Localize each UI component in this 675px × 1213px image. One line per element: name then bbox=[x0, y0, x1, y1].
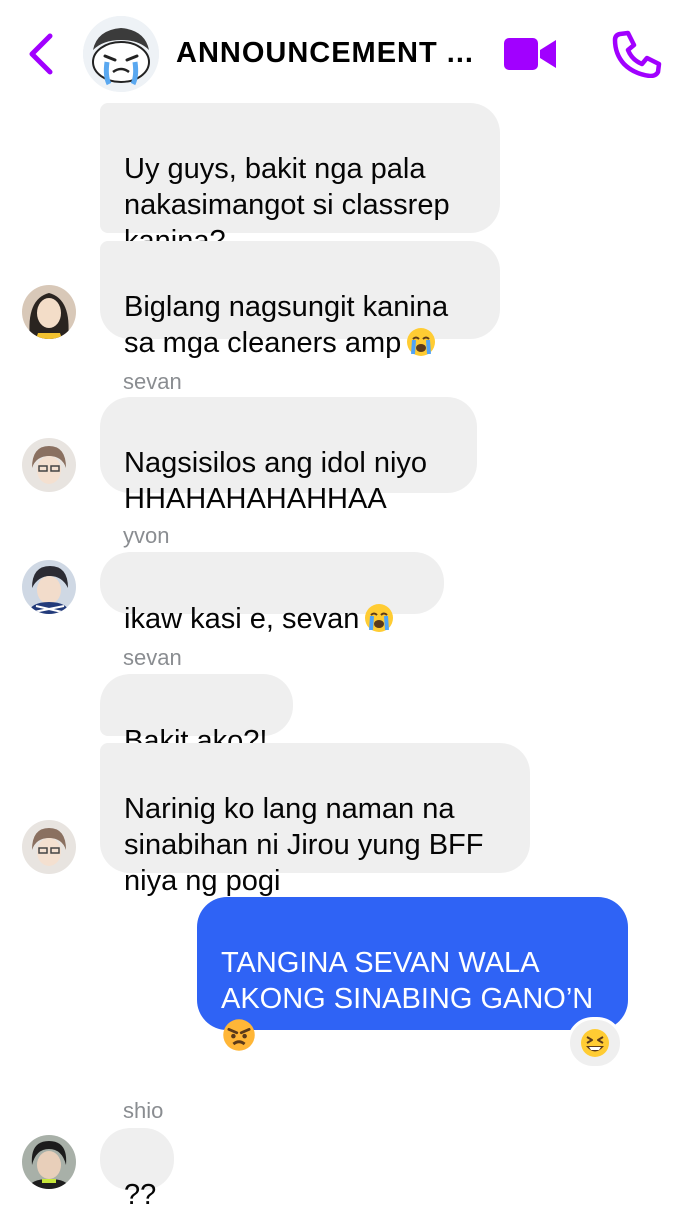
chat-header: ANNOUNCEMENT ... bbox=[0, 0, 675, 104]
message-text: ikaw kasi e, sevan bbox=[124, 603, 360, 635]
sender-name: yvon bbox=[123, 523, 170, 548]
sender-name: shio bbox=[123, 1098, 164, 1123]
profile-photo-icon bbox=[22, 285, 76, 339]
video-camera-icon bbox=[504, 38, 556, 70]
message-bubble[interactable]: Nagsisilos ang idol niyo HHAHAHAHAHHAA bbox=[100, 397, 477, 515]
message-bubble[interactable]: Biglang nagsungit kanina sa mga cleaners… bbox=[100, 241, 500, 359]
avatar[interactable] bbox=[22, 438, 76, 492]
message-bubble[interactable]: Narinig ko lang naman na sinabihan ni Ji… bbox=[100, 743, 530, 897]
sender-name: sevan bbox=[123, 369, 182, 394]
back-button[interactable] bbox=[22, 30, 62, 78]
outgoing-message-bubble[interactable]: TANGINA SEVAN WALA AKONG SINABING GANO’N bbox=[197, 897, 628, 1051]
sender-name: sevan bbox=[123, 645, 182, 670]
message-text: ?? bbox=[124, 1179, 157, 1211]
crying-face-icon bbox=[365, 604, 394, 632]
phone-icon bbox=[612, 30, 662, 79]
message-bubble[interactable]: Uy guys, bakit nga pala nakasimangot si … bbox=[100, 103, 500, 257]
crying-cartoon-icon bbox=[83, 16, 159, 92]
profile-photo-icon bbox=[22, 820, 76, 874]
message-bubble[interactable]: ?? bbox=[100, 1128, 174, 1211]
angry-face-icon bbox=[223, 1019, 255, 1051]
crying-face-icon bbox=[407, 328, 436, 356]
message-bubble[interactable]: Bakit ako?! bbox=[100, 674, 293, 757]
group-avatar[interactable] bbox=[83, 16, 159, 92]
profile-photo-icon bbox=[22, 560, 76, 614]
chat-title[interactable]: ANNOUNCEMENT ... bbox=[176, 37, 474, 70]
message-text: TANGINA SEVAN WALA AKONG SINABING GANO’N bbox=[221, 947, 594, 1015]
video-call-button[interactable] bbox=[502, 34, 558, 74]
message-text: Biglang nagsungit kanina sa mga cleaners… bbox=[124, 291, 449, 359]
message-bubble[interactable]: ikaw kasi e, sevan bbox=[100, 552, 444, 635]
avatar[interactable] bbox=[22, 285, 76, 339]
profile-photo-icon bbox=[22, 438, 76, 492]
grinning-squinting-face-icon bbox=[581, 1029, 609, 1057]
avatar[interactable] bbox=[22, 560, 76, 614]
message-text: Narinig ko lang naman na sinabihan ni Ji… bbox=[124, 793, 484, 897]
profile-photo-icon bbox=[22, 1135, 76, 1189]
message-reaction[interactable] bbox=[567, 1017, 623, 1069]
avatar[interactable] bbox=[22, 820, 76, 874]
chevron-left-icon bbox=[29, 33, 53, 75]
phone-call-button[interactable] bbox=[612, 30, 662, 79]
avatar[interactable] bbox=[22, 1135, 76, 1189]
message-text: Nagsisilos ang idol niyo HHAHAHAHAHHAA bbox=[124, 447, 428, 515]
